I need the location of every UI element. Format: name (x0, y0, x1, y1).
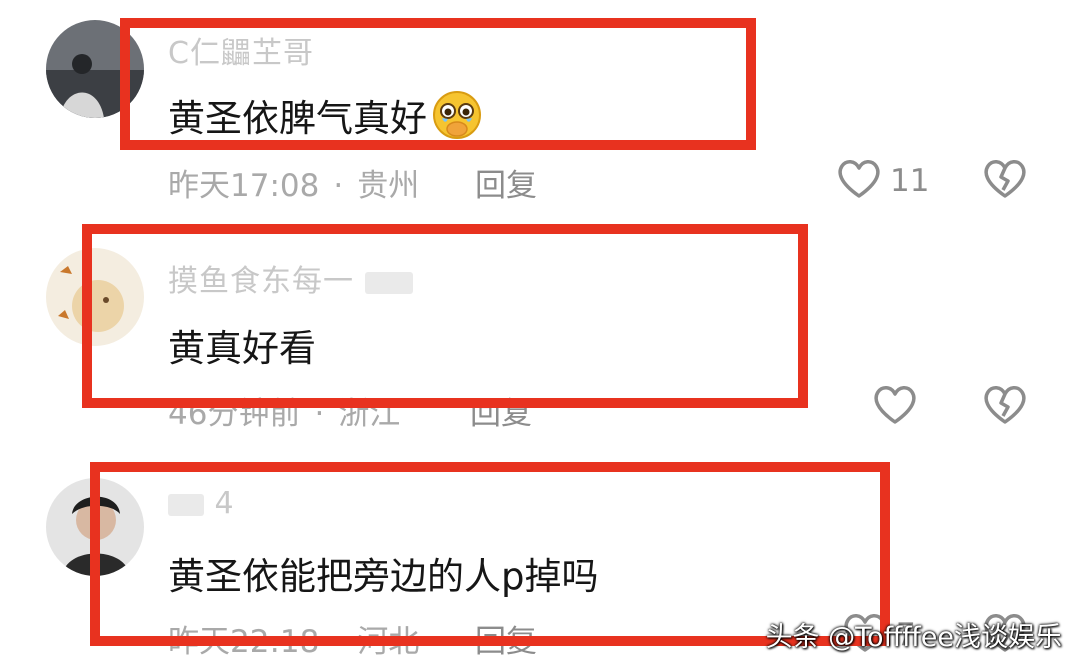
heart-icon (836, 158, 882, 204)
like-button[interactable] (872, 384, 926, 430)
comment-meta: 昨天17:08 · 贵州 (168, 160, 419, 205)
like-button[interactable]: 11 (836, 158, 929, 204)
highlight-box (120, 18, 756, 150)
dislike-button[interactable] (982, 158, 1028, 204)
like-count: 11 (890, 163, 930, 199)
heart-icon (872, 384, 918, 430)
dislike-button[interactable] (982, 384, 1028, 430)
separator: · (333, 168, 344, 204)
comment-location: 贵州 (357, 168, 420, 204)
broken-heart-icon (982, 160, 1028, 204)
highlight-box (82, 224, 808, 408)
comment-time: 昨天17:08 (168, 168, 320, 204)
reply-button[interactable]: 回复 (475, 160, 537, 205)
broken-heart-icon (982, 386, 1028, 430)
watermark: 头条 @Toffffee浅谈娱乐 (765, 622, 1062, 653)
